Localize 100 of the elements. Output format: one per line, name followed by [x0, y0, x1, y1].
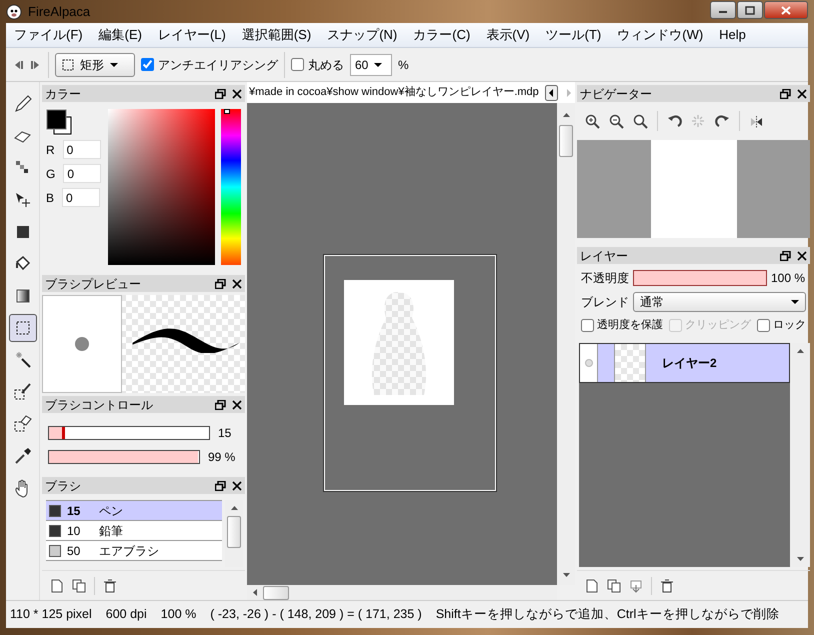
- checkbox[interactable]: [581, 318, 594, 332]
- window-title: FireAlpaca: [28, 2, 90, 21]
- duplicate-icon[interactable]: [607, 578, 621, 592]
- caret-icon: [374, 62, 382, 66]
- menu-item[interactable]: カラー(C): [405, 25, 478, 45]
- checkbox-label: 透明度を保護: [597, 318, 663, 333]
- dropdown-value: 通常: [640, 294, 665, 311]
- caret-icon: [110, 62, 118, 66]
- layer-item[interactable]: レイヤー2: [579, 342, 790, 382]
- brush-list-item[interactable]: 10 鉛筆: [46, 521, 222, 541]
- float-window-icon[interactable]: [215, 278, 226, 288]
- panel-title: ナビゲーター: [580, 86, 653, 102]
- close-icon[interactable]: [232, 278, 242, 288]
- unit-label: %: [398, 56, 409, 74]
- brush-name: ペン: [99, 502, 123, 520]
- channel-label: B: [46, 190, 54, 206]
- scrollbar-thumb[interactable]: [227, 516, 241, 548]
- duplicate-icon[interactable]: [72, 578, 86, 592]
- layer-name: レイヤー2: [662, 354, 717, 372]
- menu-item[interactable]: Help: [711, 25, 754, 45]
- menu-item[interactable]: 表示(V): [478, 25, 538, 45]
- checkbox-label: 丸める: [308, 56, 344, 74]
- brush-list-item[interactable]: 50 エアブラシ: [46, 541, 222, 561]
- brush-size: 15: [67, 502, 82, 520]
- scroll-left-icon: [253, 589, 257, 596]
- minimize-button[interactable]: [710, 1, 736, 19]
- menu-item[interactable]: スナップ(N): [319, 25, 406, 45]
- close-icon[interactable]: [232, 480, 242, 490]
- channel-input[interactable]: 0: [62, 140, 101, 159]
- maximize-button[interactable]: [737, 1, 763, 19]
- checkbox[interactable]: [141, 58, 154, 71]
- channel-input[interactable]: 0: [63, 164, 102, 183]
- menu-item[interactable]: ウィンドウ(W): [609, 25, 712, 45]
- slider-value: 15: [218, 425, 232, 442]
- float-window-icon[interactable]: [780, 250, 791, 260]
- color-swatches-icon[interactable]: [46, 109, 72, 135]
- shape-dropdown[interactable]: 矩形: [55, 52, 135, 76]
- close-icon[interactable]: [797, 88, 807, 98]
- trash-icon[interactable]: [660, 578, 674, 592]
- slider-value: 99 %: [208, 449, 236, 466]
- scroll-down-icon: [796, 557, 804, 561]
- flip-horizontal-icon[interactable]: [749, 113, 764, 129]
- brush-list-item[interactable]: 15 ペン: [46, 501, 222, 521]
- menu-item[interactable]: 編集(E): [90, 25, 150, 45]
- status-text: ( -23, -26 ) - ( 148, 209 ) = ( 171, 235 ): [210, 606, 422, 624]
- round-value-dropdown[interactable]: 60: [350, 54, 392, 76]
- size-slider[interactable]: [48, 426, 210, 440]
- dropdown-value: 60: [355, 56, 368, 74]
- float-window-icon[interactable]: [215, 480, 226, 490]
- scrollbar-thumb[interactable]: [559, 125, 573, 157]
- scroll-down-icon: [562, 573, 570, 577]
- channel-label: G: [46, 166, 56, 182]
- close-icon[interactable]: [232, 400, 242, 410]
- zoom-out-icon[interactable]: [609, 114, 624, 128]
- close-icon[interactable]: [797, 250, 807, 260]
- saturation-value-picker[interactable]: [108, 109, 216, 265]
- maximize-icon: [745, 6, 755, 14]
- panel-title: ブラシ: [45, 478, 82, 494]
- blend-mode-dropdown[interactable]: 通常: [633, 292, 806, 312]
- channel-label: R: [46, 142, 55, 158]
- channel-input[interactable]: 0: [62, 188, 100, 207]
- brush-name: 鉛筆: [99, 522, 123, 540]
- blend-label: ブレンド: [581, 294, 629, 311]
- zoom-reset-icon[interactable]: [633, 114, 648, 128]
- visibility-dot-icon[interactable]: [584, 358, 592, 366]
- layer-thumbnail: [614, 344, 646, 382]
- close-button[interactable]: [764, 1, 808, 19]
- float-window-icon[interactable]: [780, 88, 791, 98]
- float-window-icon[interactable]: [215, 400, 226, 410]
- brush-size: 50: [67, 542, 82, 560]
- float-window-icon[interactable]: [215, 88, 226, 98]
- menu-item[interactable]: ファイル(F): [6, 25, 91, 45]
- hue-slider[interactable]: [221, 109, 241, 265]
- new-page-icon[interactable]: [585, 578, 599, 592]
- opacity-slider[interactable]: [48, 450, 200, 464]
- merge-down-icon[interactable]: [629, 578, 643, 592]
- panel-title: ブラシプレビュー: [45, 276, 142, 292]
- panel-title: カラー: [45, 86, 82, 102]
- menu-item[interactable]: レイヤー(L): [150, 25, 234, 45]
- close-icon[interactable]: [232, 88, 242, 98]
- checkbox[interactable]: [291, 58, 304, 71]
- new-page-icon[interactable]: [50, 578, 64, 592]
- checkbox-label: ロック: [773, 318, 806, 333]
- selection-eraser-icon: [12, 414, 32, 434]
- pen-icon: [12, 94, 32, 114]
- tool-button[interactable]: [8, 314, 36, 342]
- trash-icon[interactable]: [103, 578, 117, 592]
- eyedropper-icon: [12, 446, 32, 466]
- checkbox[interactable]: [757, 318, 770, 332]
- hue-marker[interactable]: [224, 109, 230, 114]
- status-text: 100 %: [160, 606, 196, 624]
- rotate-left-icon[interactable]: [667, 114, 682, 128]
- menu-item[interactable]: ツール(T): [538, 25, 610, 45]
- zoom-in-icon[interactable]: [585, 114, 600, 128]
- brush-name: エアブラシ: [99, 542, 159, 560]
- checkbox-label: アンチエイリアシング: [158, 56, 278, 74]
- menu-item[interactable]: 選択範囲(S): [234, 25, 320, 45]
- scrollbar-thumb[interactable]: [263, 586, 289, 600]
- selection-rect-icon: [62, 58, 74, 70]
- rotate-right-icon[interactable]: [715, 114, 730, 128]
